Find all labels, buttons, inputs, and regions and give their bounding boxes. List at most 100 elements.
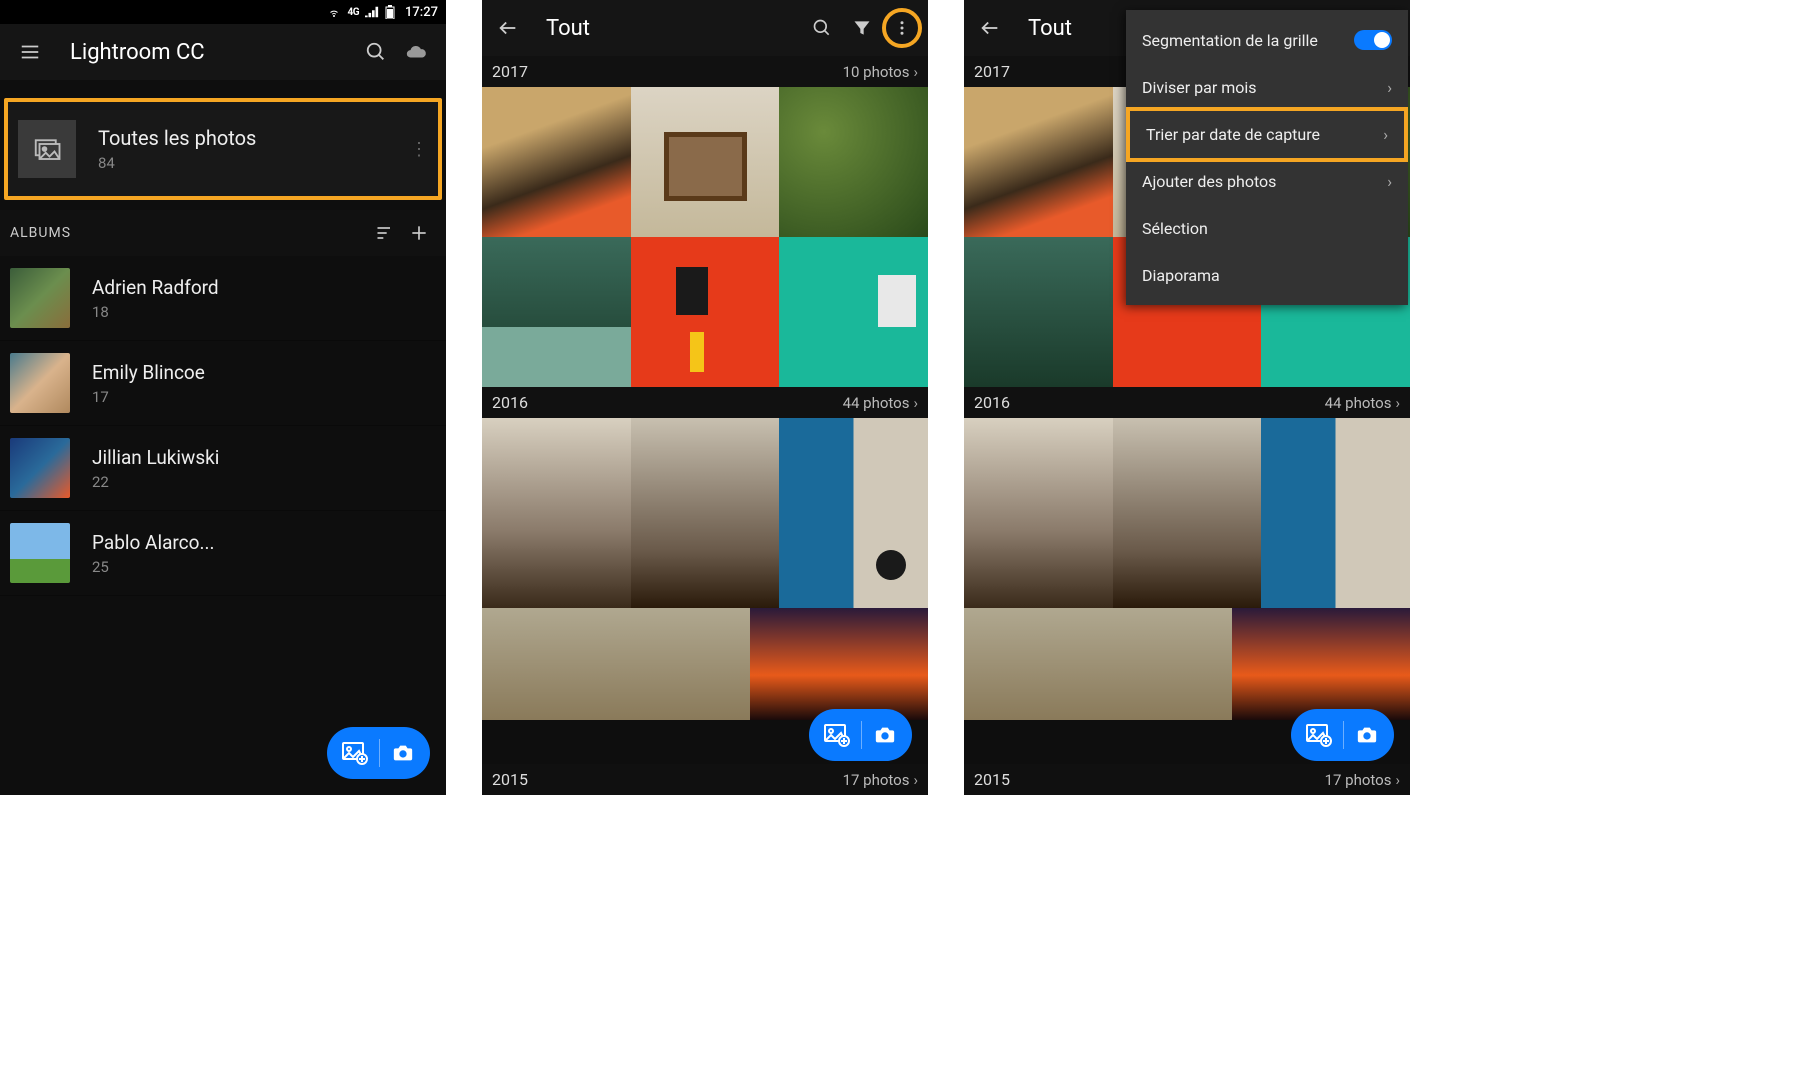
year-count: 17 photos › <box>1325 771 1400 789</box>
albums-header: ALBUMS <box>0 210 446 256</box>
album-thumbnail <box>10 268 70 328</box>
album-name: Adrien Radford <box>92 276 436 299</box>
photo-grid-2015-peek <box>482 608 928 720</box>
photo-tile[interactable] <box>750 608 928 720</box>
screen-home: 4G 17:27 Lightroom CC Toutes les photos … <box>0 0 446 795</box>
album-name: Jillian Lukiwski <box>92 446 436 469</box>
add-album-icon[interactable] <box>402 216 436 250</box>
photo-tile[interactable] <box>779 87 928 237</box>
chevron-right-icon: › <box>913 394 918 412</box>
sort-icon[interactable] <box>368 216 402 250</box>
photo-tile[interactable] <box>631 87 780 237</box>
year-label: 2016 <box>492 393 528 412</box>
chevron-right-icon: › <box>1383 125 1388 144</box>
photo-tile[interactable] <box>964 608 1232 720</box>
album-thumbnail <box>10 438 70 498</box>
fab-divider <box>379 739 380 767</box>
year-label: 2015 <box>492 770 528 789</box>
fab-add[interactable] <box>327 727 430 779</box>
photo-tile[interactable] <box>964 418 1113 608</box>
menu-label: Sélection <box>1142 219 1208 238</box>
add-photo-icon[interactable] <box>341 741 369 765</box>
photo-tile[interactable] <box>482 418 631 608</box>
photo-tile[interactable] <box>964 87 1113 237</box>
album-item[interactable]: Jillian Lukiwski 22 <box>0 426 446 511</box>
camera-icon[interactable] <box>872 724 898 746</box>
photo-grid-2015-peek <box>964 608 1410 720</box>
photo-tile[interactable] <box>482 237 631 387</box>
photo-grid-2016 <box>482 418 928 608</box>
photo-tile[interactable] <box>631 418 780 608</box>
fab-divider <box>1343 721 1344 749</box>
all-photos-row[interactable]: Toutes les photos 84 ⋮ <box>4 98 442 200</box>
all-photos-text: Toutes les photos 84 <box>76 126 410 172</box>
back-icon[interactable] <box>970 8 1010 48</box>
year-label: 2017 <box>974 62 1010 81</box>
chevron-right-icon: › <box>1395 394 1400 412</box>
year-section-header[interactable]: 2015 17 photos › <box>482 764 928 795</box>
menu-sort-by-capture-date[interactable]: Trier par date de capture › <box>1126 107 1408 162</box>
year-count: 44 photos › <box>843 394 918 412</box>
fab-add[interactable] <box>1291 709 1394 761</box>
album-item[interactable]: Pablo Alarco... 25 <box>0 511 446 596</box>
menu-add-photos[interactable]: Ajouter des photos › <box>1126 158 1408 205</box>
album-count: 17 <box>92 388 436 406</box>
photo-tile[interactable] <box>779 418 928 608</box>
menu-label: Diaporama <box>1142 266 1220 285</box>
status-bar: 4G 17:27 <box>0 0 446 24</box>
photo-tile[interactable] <box>482 608 750 720</box>
album-name: Emily Blincoe <box>92 361 436 384</box>
cloud-icon[interactable] <box>396 32 436 72</box>
photo-tile[interactable] <box>779 237 928 387</box>
camera-icon[interactable] <box>390 742 416 764</box>
camera-icon[interactable] <box>1354 724 1380 746</box>
chevron-right-icon: › <box>913 771 918 789</box>
album-count: 18 <box>92 303 436 321</box>
battery-icon <box>385 5 395 19</box>
year-section-header[interactable]: 2016 44 photos › <box>482 387 928 418</box>
year-section-header[interactable]: 2015 17 photos › <box>964 764 1410 795</box>
grid-title: Tout <box>528 16 802 41</box>
year-label: 2015 <box>974 770 1010 789</box>
menu-label: Diviser par mois <box>1142 78 1257 97</box>
search-icon[interactable] <box>356 32 396 72</box>
album-thumbnail <box>10 353 70 413</box>
album-item[interactable]: Emily Blincoe 17 <box>0 341 446 426</box>
add-photo-icon[interactable] <box>1305 723 1333 747</box>
year-count: 10 photos › <box>843 63 918 81</box>
toggle-switch[interactable] <box>1354 30 1392 50</box>
hamburger-menu-icon[interactable] <box>10 32 50 72</box>
wifi-icon <box>327 6 341 18</box>
overflow-menu: Segmentation de la grille Diviser par mo… <box>1126 10 1408 305</box>
menu-slideshow[interactable]: Diaporama <box>1126 252 1408 299</box>
photo-tile[interactable] <box>1232 608 1410 720</box>
photo-tile[interactable] <box>1261 418 1410 608</box>
year-count: 17 photos › <box>843 771 918 789</box>
photo-tile[interactable] <box>482 87 631 237</box>
photo-grid-2016 <box>964 418 1410 608</box>
photo-grid-2017 <box>482 87 928 387</box>
photo-tile[interactable] <box>964 237 1113 387</box>
chevron-right-icon: › <box>1387 172 1392 191</box>
search-icon[interactable] <box>802 8 842 48</box>
year-section-header[interactable]: 2016 44 photos › <box>964 387 1410 418</box>
overflow-menu-icon[interactable] <box>882 8 922 48</box>
photo-tile[interactable] <box>1113 418 1262 608</box>
year-section-header[interactable]: 2017 10 photos › <box>482 56 928 87</box>
menu-selection[interactable]: Sélection <box>1126 205 1408 252</box>
menu-label: Ajouter des photos <box>1142 172 1276 191</box>
back-icon[interactable] <box>488 8 528 48</box>
menu-grid-segmentation[interactable]: Segmentation de la grille <box>1126 16 1408 64</box>
menu-divide-by-month[interactable]: Diviser par mois › <box>1126 64 1408 111</box>
year-label: 2017 <box>492 62 528 81</box>
filter-icon[interactable] <box>842 8 882 48</box>
all-photos-count: 84 <box>98 154 410 172</box>
grid-header: Tout <box>482 0 928 56</box>
more-icon[interactable]: ⋮ <box>410 139 428 160</box>
fab-add[interactable] <box>809 709 912 761</box>
app-title: Lightroom CC <box>50 40 356 65</box>
screen-grid-menu: Tout 2017 2016 44 photos › 2015 17 photo… <box>964 0 1410 795</box>
add-photo-icon[interactable] <box>823 723 851 747</box>
album-item[interactable]: Adrien Radford 18 <box>0 256 446 341</box>
photo-tile[interactable] <box>631 237 780 387</box>
